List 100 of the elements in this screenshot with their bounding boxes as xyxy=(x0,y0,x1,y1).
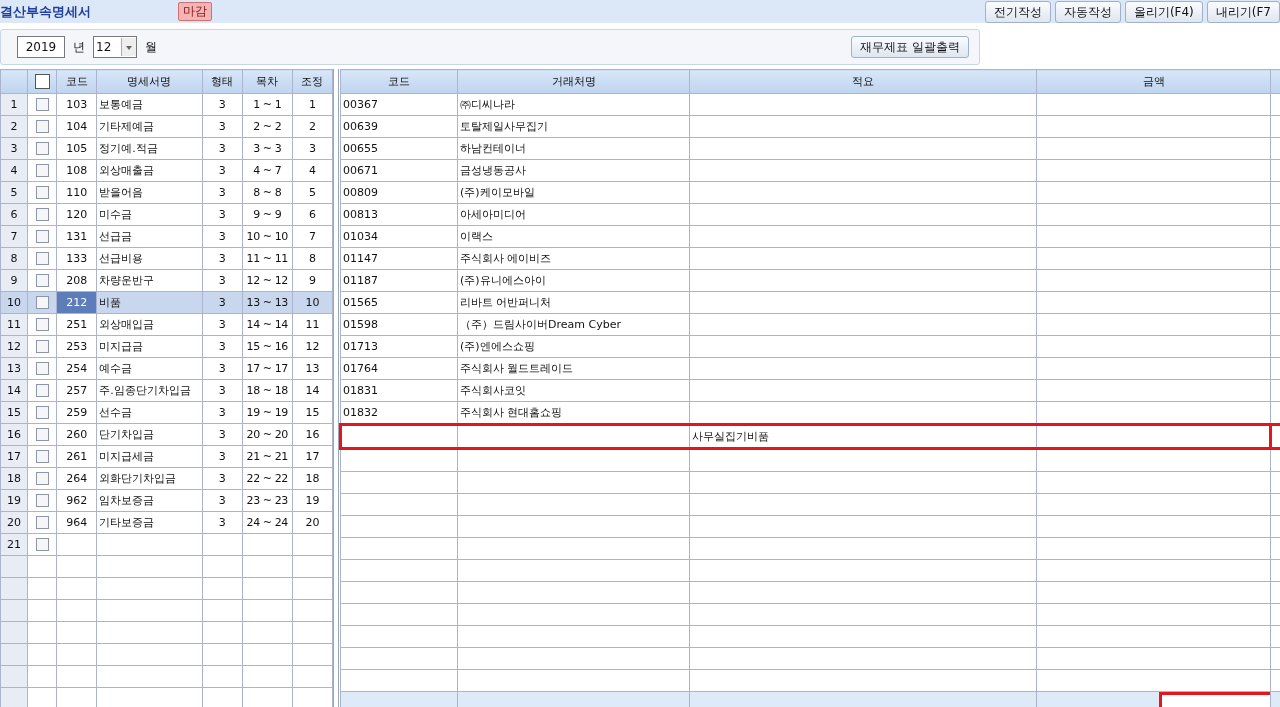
table-cell: 선급비용 xyxy=(96,247,203,270)
month-label: 월 xyxy=(145,38,157,56)
column-header: 거래처명 xyxy=(457,69,690,94)
row-number: 9 xyxy=(0,269,28,292)
table-cell: 선수금 xyxy=(96,401,203,424)
table-cell: 8 xyxy=(292,247,333,270)
table-cell: 110 xyxy=(56,181,97,204)
year-label: 년 xyxy=(73,38,85,56)
table-cell: 보통예금 xyxy=(96,93,203,116)
toolbar-button[interactable]: 내리기(F7 xyxy=(1206,0,1280,23)
row-checkbox[interactable] xyxy=(35,494,49,508)
row-checkbox[interactable] xyxy=(35,384,49,398)
table-cell: 01598 xyxy=(340,313,458,336)
table-cell: 3 xyxy=(202,423,243,446)
table-cell: 받을어음 xyxy=(96,181,203,204)
row-checkbox[interactable] xyxy=(35,428,49,442)
row-checkbox[interactable] xyxy=(35,450,49,464)
row-checkbox[interactable] xyxy=(35,164,49,178)
table-cell: 11 xyxy=(292,313,333,336)
table-cell: 3 xyxy=(202,313,243,336)
table-cell: 120 xyxy=(56,203,97,226)
row-checkbox[interactable] xyxy=(35,538,49,552)
table-cell: 3 xyxy=(202,445,243,468)
row-checkbox[interactable] xyxy=(35,252,49,266)
row-number: 18 xyxy=(0,467,28,490)
table-cell: 01713 xyxy=(340,335,458,358)
table-cell: 17 ~ 17 xyxy=(242,357,293,380)
table-cell: 01832 xyxy=(340,401,458,425)
table-cell: 임차보증금 xyxy=(96,489,203,512)
table-cell: 19 xyxy=(292,489,333,512)
column-header: 목차 xyxy=(242,69,293,94)
toolbar-button[interactable]: 올리기(F4) xyxy=(1124,0,1203,23)
table-cell: 외화단기차입금 xyxy=(96,467,203,490)
table-cell: 단기차입금 xyxy=(96,423,203,446)
table-cell: 외상매출금 xyxy=(96,159,203,182)
row-checkbox[interactable] xyxy=(35,406,49,420)
table-cell: 3 xyxy=(202,115,243,138)
table-cell: 00671 xyxy=(340,159,458,182)
row-number: 10 xyxy=(0,291,28,314)
table-cell: 선급금 xyxy=(96,225,203,248)
row-checkbox[interactable] xyxy=(35,98,49,112)
row-number: 17 xyxy=(0,445,28,468)
column-header: 조정 xyxy=(292,69,333,94)
row-checkbox[interactable] xyxy=(35,296,49,310)
year-field[interactable]: 2019 xyxy=(17,36,65,58)
column-header: 적요 xyxy=(689,69,1037,94)
column-header: 명세서명 xyxy=(96,69,203,94)
table-cell: 정기예.적금 xyxy=(96,137,203,160)
row-checkbox[interactable] xyxy=(35,340,49,354)
row-checkbox[interactable] xyxy=(35,318,49,332)
row-checkbox[interactable] xyxy=(35,230,49,244)
row-checkbox[interactable] xyxy=(35,186,49,200)
row-number: 11 xyxy=(0,313,28,336)
table-cell: 3 xyxy=(202,379,243,402)
table-cell: 1 xyxy=(292,93,333,116)
row-checkbox[interactable] xyxy=(35,274,49,288)
table-cell: 주식회사 월드트레이드 xyxy=(457,357,690,380)
row-number: 14 xyxy=(0,379,28,402)
table-cell: 10 ~ 10 xyxy=(242,225,293,248)
table-cell: 기타보증금 xyxy=(96,511,203,534)
toolbar-button[interactable]: 전기작성 xyxy=(984,0,1051,23)
table-cell: 19 ~ 19 xyxy=(242,401,293,424)
row-number: 13 xyxy=(0,357,28,380)
table-cell: 3 xyxy=(202,203,243,226)
table-cell: 3 xyxy=(202,335,243,358)
table-cell: 9 ~ 9 xyxy=(242,203,293,226)
table-cell: 3 xyxy=(202,269,243,292)
row-number: 7 xyxy=(0,225,28,248)
row-number: 20 xyxy=(0,511,28,534)
print-button[interactable]: 재무제표 일괄출력 xyxy=(851,36,969,58)
toolbar-button[interactable]: 자동작성 xyxy=(1054,0,1121,23)
table-cell: 11 ~ 11 xyxy=(242,247,293,270)
table-cell: 964 xyxy=(56,511,97,534)
row-number: 5 xyxy=(0,181,28,204)
table-cell: ㈜디씨나라 xyxy=(457,93,690,116)
table-cell: 주식회사코잇 xyxy=(457,379,690,402)
table-cell: 12 ~ 12 xyxy=(242,269,293,292)
table-cell: 12 xyxy=(292,335,333,358)
table-cell: 3 xyxy=(202,137,243,160)
row-checkbox[interactable] xyxy=(35,142,49,156)
row-checkbox[interactable] xyxy=(35,120,49,134)
table-cell: 2 ~ 2 xyxy=(242,115,293,138)
row-number: 19 xyxy=(0,489,28,512)
table-cell: 01187 xyxy=(340,269,458,292)
row-checkbox[interactable] xyxy=(35,516,49,530)
table-cell: 아세아미디어 xyxy=(457,203,690,226)
table-cell: 3 ~ 3 xyxy=(242,137,293,160)
table-cell: 261 xyxy=(56,445,97,468)
row-checkbox[interactable] xyxy=(35,472,49,486)
select-all-checkbox[interactable] xyxy=(34,74,50,89)
row-checkbox[interactable] xyxy=(35,362,49,376)
table-cell: 131 xyxy=(56,225,97,248)
table-cell: 133 xyxy=(56,247,97,270)
table-cell: 00809 xyxy=(340,181,458,204)
table-cell: 미지급세금 xyxy=(96,445,203,468)
table-cell: (주)엔에스쇼핑 xyxy=(457,335,690,358)
caret-icon xyxy=(121,38,136,56)
month-dropdown[interactable]: 12 xyxy=(93,36,137,58)
row-checkbox[interactable] xyxy=(35,208,49,222)
table-cell: 254 xyxy=(56,357,97,380)
